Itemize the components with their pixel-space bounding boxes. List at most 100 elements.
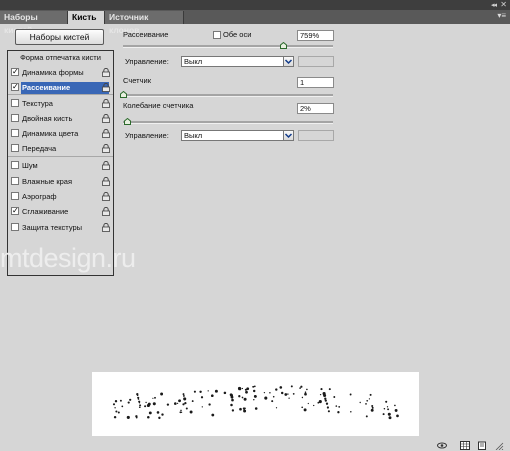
brush-setting-row[interactable]: Текстура (8, 97, 113, 111)
lock-icon[interactable] (102, 82, 110, 92)
count-slider-track[interactable] (123, 94, 333, 97)
scatter-dot (182, 393, 185, 396)
brush-setting-row[interactable]: Влажные края (8, 175, 113, 189)
scatter-dot (241, 396, 244, 399)
scatter-dot (179, 411, 182, 414)
brush-setting-row[interactable]: Шум (8, 159, 113, 173)
brush-setting-checkbox[interactable] (11, 144, 19, 152)
scatter-dot (208, 403, 211, 406)
scatter-dot (180, 409, 182, 412)
brush-setting-row[interactable]: Двойная кисть (8, 112, 113, 126)
control1-select[interactable]: Выкл (181, 56, 294, 67)
scatter-dot (300, 385, 303, 388)
control1-label: Управление: (125, 57, 169, 66)
brush-setting-checkbox[interactable]: ✓ (11, 68, 19, 76)
close-icon[interactable]: ✕ (500, 0, 507, 9)
brush-setting-checkbox[interactable] (11, 129, 19, 137)
scatter-slider-track[interactable] (123, 45, 333, 48)
lock-icon[interactable] (102, 128, 110, 138)
tab-brush[interactable]: Кисть (68, 11, 105, 24)
lock-icon[interactable] (102, 67, 110, 77)
lock-icon[interactable] (102, 191, 110, 201)
scatter-dot (318, 400, 322, 404)
brush-setting-row[interactable]: Передача (8, 142, 113, 156)
scatter-dot (182, 403, 185, 406)
scatter-dot (160, 392, 164, 396)
scatter-dot (178, 399, 181, 402)
scatter-dot (323, 393, 327, 398)
brush-setting-checkbox[interactable] (11, 223, 19, 231)
eye-icon[interactable] (437, 441, 447, 450)
lock-icon[interactable] (102, 176, 110, 186)
scatter-dot (288, 397, 290, 399)
scatter-dot (154, 396, 156, 399)
scatter-slider-thumb[interactable] (280, 42, 287, 49)
brush-setting-checkbox[interactable] (11, 99, 19, 107)
scatter-dot (135, 416, 138, 419)
tab-clone-source[interactable]: Источник клонов (105, 11, 184, 35)
brush-setting-row[interactable]: ✓ Динамика формы (8, 66, 113, 80)
scatter-dot (152, 402, 156, 406)
scatter-dot (214, 389, 218, 393)
brush-tip-shape-header[interactable]: Форма отпечатка кисти (8, 51, 113, 64)
chevron-down-icon[interactable] (283, 56, 294, 67)
brush-setting-row[interactable]: Аэрограф (8, 190, 113, 204)
brush-setting-checkbox[interactable] (11, 177, 19, 185)
brush-setting-checkbox[interactable] (11, 114, 19, 122)
scatter-dot (193, 390, 196, 393)
lock-icon[interactable] (102, 143, 110, 153)
brush-setting-row[interactable]: Защита текстуры (8, 221, 113, 235)
brush-setting-row[interactable]: ✓ Сглаживание (8, 205, 113, 219)
scatter-dot (383, 408, 386, 410)
scatter-dot (371, 406, 374, 409)
scatter-dot (161, 413, 164, 416)
scatter-dot (299, 387, 301, 389)
brush-presets-button[interactable]: Наборы кистей (15, 29, 104, 45)
brush-setting-row[interactable]: ✓ Рассеивание (8, 81, 113, 95)
brush-setting-row[interactable]: Динамика цвета (8, 127, 113, 141)
lock-icon[interactable] (102, 222, 110, 232)
panel-menu-icon[interactable]: ▾≡ (497, 11, 506, 20)
brush-setting-checkbox[interactable] (11, 161, 19, 169)
collapse-icon[interactable]: ◂◂ (491, 1, 497, 9)
scatter-dot (138, 402, 141, 404)
count-jitter-slider-thumb[interactable] (124, 118, 131, 125)
tab-bar: Наборы кистей Кисть Источник клонов (0, 10, 510, 35)
brush-setting-checkbox[interactable] (11, 192, 19, 200)
scatter-dot (388, 416, 392, 420)
scatter-dot (230, 403, 233, 407)
count-jitter-slider-track[interactable] (123, 121, 333, 124)
count-jitter-label: Колебание счетчика (123, 101, 194, 110)
scatter-dot (253, 398, 255, 401)
both-axes-checkbox[interactable] (213, 31, 221, 39)
scatter-dot (324, 397, 327, 400)
scatter-dot (126, 415, 130, 419)
new-preset-icon[interactable] (477, 441, 487, 450)
lock-icon[interactable] (102, 160, 110, 170)
count-slider-thumb[interactable] (120, 91, 127, 98)
scatter-dot (113, 415, 117, 419)
count-value-field[interactable]: 1 (297, 77, 334, 88)
grid-icon[interactable] (460, 441, 470, 450)
brush-setting-checkbox[interactable]: ✓ (11, 83, 19, 91)
scatter-dot (137, 398, 140, 400)
brush-setting-checkbox[interactable]: ✓ (11, 207, 19, 215)
scatter-dot (183, 397, 187, 401)
resize-grip-icon[interactable] (494, 441, 504, 450)
brush-setting-label: Рассеивание (22, 83, 71, 92)
scatter-dot (147, 402, 151, 406)
scatter-dot (174, 402, 177, 405)
count-jitter-value-field[interactable]: 2% (297, 103, 334, 114)
scatter-dot (147, 416, 150, 419)
lock-icon[interactable] (102, 98, 110, 108)
control2-select[interactable]: Выкл (181, 130, 294, 141)
scatter-value-field[interactable]: 759% (297, 30, 334, 41)
scatter-dot (176, 402, 179, 405)
chevron-down-icon[interactable] (283, 130, 294, 141)
tab-brush-presets[interactable]: Наборы кистей (0, 11, 68, 35)
scatter-dot (279, 386, 283, 389)
scatter-dot (349, 393, 352, 396)
scatter-dot (112, 403, 116, 406)
lock-icon[interactable] (102, 113, 110, 123)
lock-icon[interactable] (102, 206, 110, 216)
